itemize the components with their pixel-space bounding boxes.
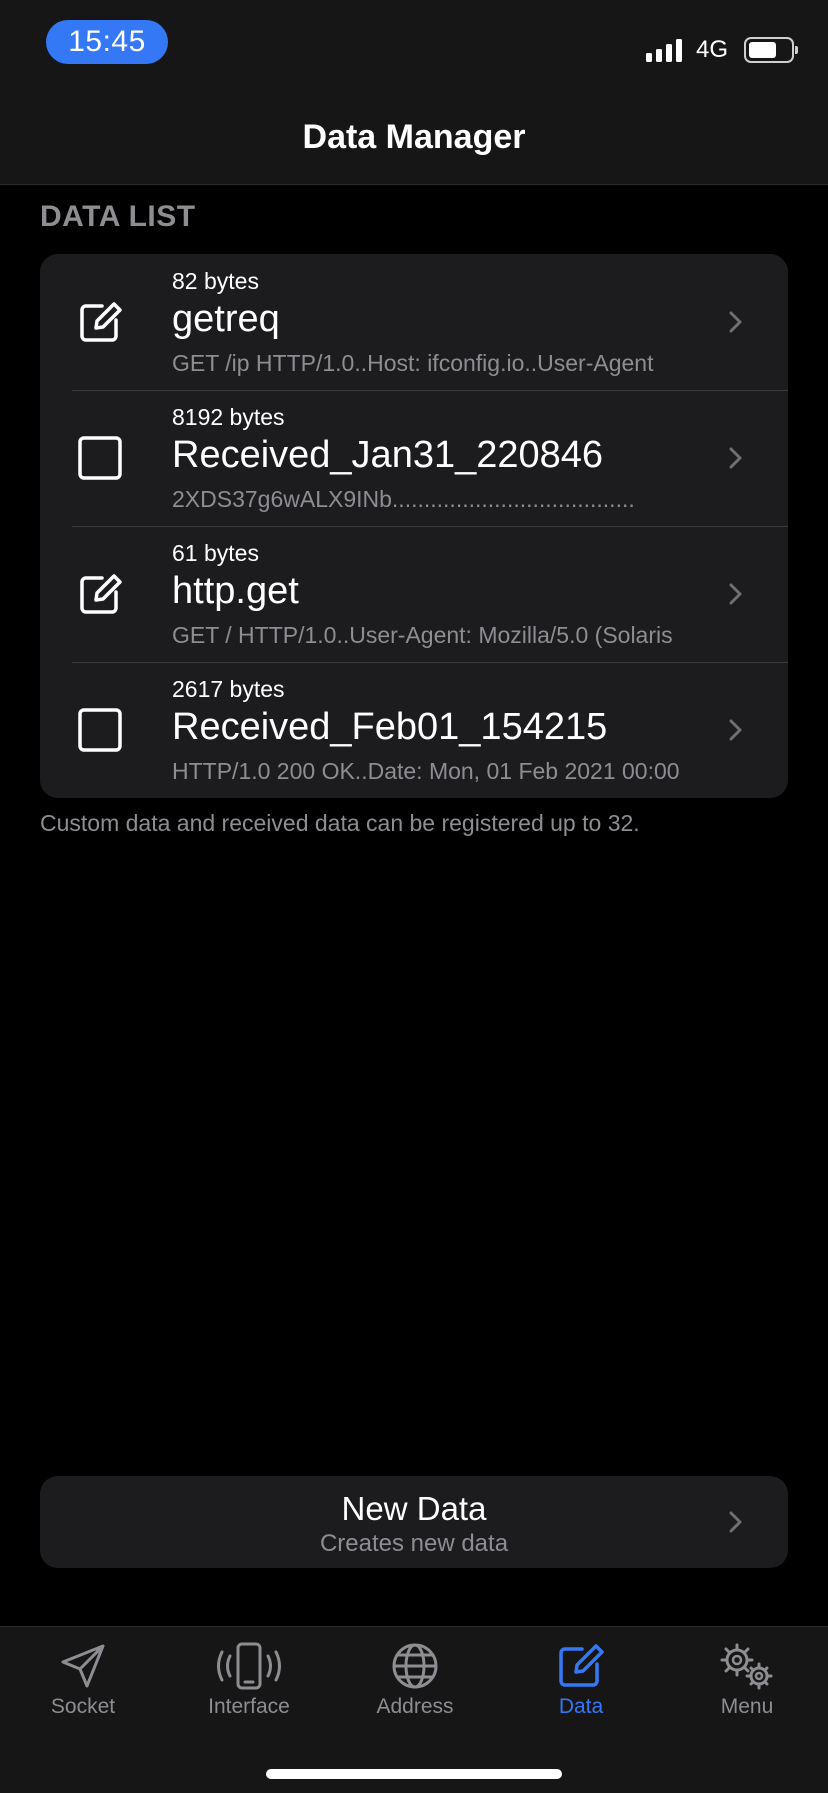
list-item[interactable]: 2617 bytes Received_Feb01_154215 HTTP/1.… [40, 662, 788, 798]
edit-icon [80, 302, 122, 342]
list-item[interactable]: 8192 bytes Received_Jan31_220846 2XDS37g… [40, 390, 788, 526]
checkbox-icon [78, 436, 122, 480]
list-footer-note: Custom data and received data can be reg… [40, 810, 640, 836]
tab-interface[interactable]: Interface [166, 1641, 332, 1719]
item-size: 8192 bytes [172, 404, 285, 430]
item-preview: 2XDS37g6wALX9INb........................… [172, 486, 635, 512]
item-name: http.get [172, 570, 299, 612]
chevron-right-icon [729, 719, 742, 741]
item-size: 82 bytes [172, 268, 259, 294]
chevron-right-icon [729, 447, 742, 469]
top-bar: 15:45 4G Data Manager [0, 0, 828, 185]
item-preview: GET / HTTP/1.0..User-Agent: Mozilla/5.0 … [172, 622, 673, 648]
checkbox-icon [78, 708, 122, 752]
item-size: 61 bytes [172, 540, 259, 566]
gear-icon [720, 1643, 773, 1690]
globe-icon [392, 1643, 438, 1689]
status-indicators: 4G [645, 36, 798, 64]
page-title: Data Manager [302, 118, 526, 156]
tab-data[interactable]: Data [498, 1641, 664, 1719]
item-preview: HTTP/1.0 200 OK..Date: Mon, 01 Feb 2021 … [172, 758, 680, 784]
data-list: 82 bytes getreq GET /ip HTTP/1.0..Host: … [40, 254, 788, 798]
list-item[interactable]: 82 bytes getreq GET /ip HTTP/1.0..Host: … [40, 254, 788, 390]
home-indicator[interactable] [266, 1769, 562, 1779]
tab-menu[interactable]: Menu [664, 1641, 828, 1719]
tab-socket[interactable]: Socket [0, 1641, 166, 1719]
edit-icon [559, 1644, 604, 1687]
phone-vibrate-icon [217, 1642, 281, 1690]
status-time: 15:45 [46, 20, 168, 64]
new-data-subtitle: Creates new data [319, 1530, 509, 1557]
item-name: Received_Feb01_154215 [172, 706, 608, 748]
send-icon [61, 1644, 105, 1688]
tab-label: Socket [50, 1695, 116, 1718]
item-name: getreq [172, 298, 280, 340]
network-label: 4G [695, 36, 728, 63]
tab-label: Address [376, 1695, 454, 1718]
list-item[interactable]: 61 bytes http.get GET / HTTP/1.0..User-A… [40, 526, 788, 662]
new-data-button[interactable]: New Data Creates new data [40, 1476, 788, 1568]
section-header: DATA LIST [40, 200, 196, 233]
signal-icon [645, 38, 682, 62]
item-preview: GET /ip HTTP/1.0..Host: ifconfig.io..Use… [172, 350, 654, 376]
tab-label: Menu [720, 1695, 774, 1718]
tab-label: Data [558, 1695, 604, 1718]
tab-bar: Socket Interface Address Data Menu [0, 1626, 828, 1793]
chevron-right-icon [729, 311, 742, 333]
edit-icon [80, 574, 122, 614]
tab-address[interactable]: Address [332, 1641, 498, 1719]
tab-label: Interface [208, 1695, 290, 1718]
chevron-right-icon [729, 1511, 742, 1533]
battery-icon [744, 37, 798, 63]
chevron-right-icon [729, 583, 742, 605]
item-size: 2617 bytes [172, 676, 285, 702]
new-data-title: New Data [341, 1490, 487, 1527]
item-name: Received_Jan31_220846 [172, 434, 604, 476]
